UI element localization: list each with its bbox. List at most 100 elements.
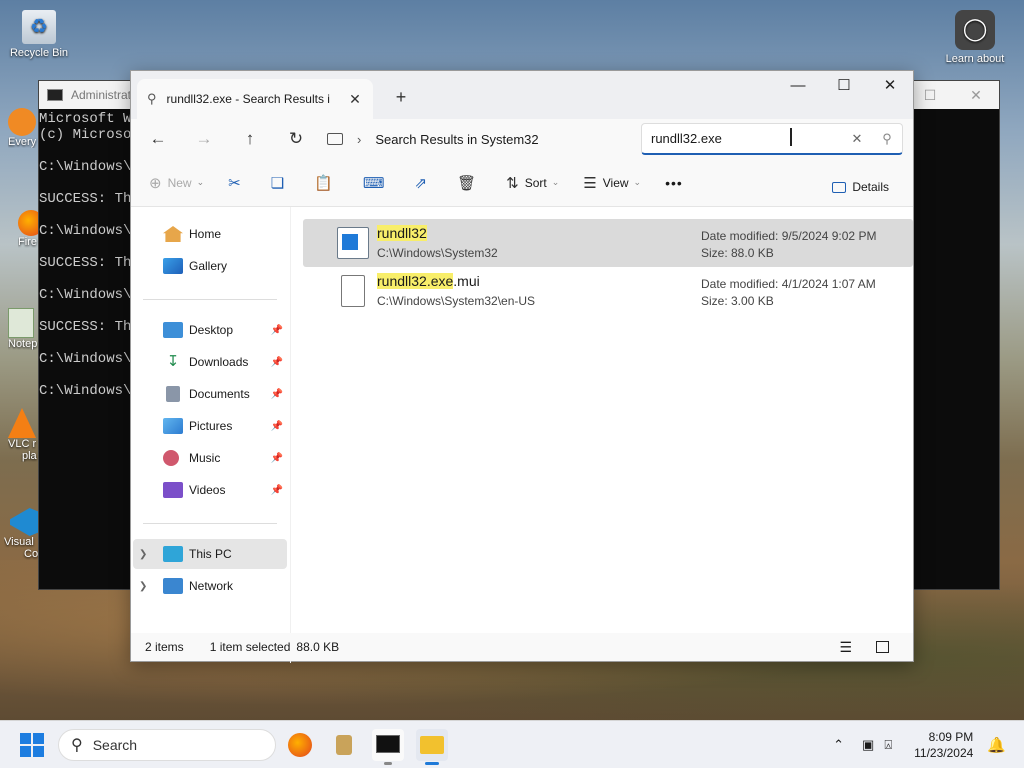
details-label: Details: [852, 180, 889, 194]
sidebar-item-downloads[interactable]: ↧ Downloads 📌: [139, 347, 285, 377]
notification-bell-icon[interactable]: 🔔: [987, 736, 1006, 754]
sidebar-item-label: Desktop: [189, 323, 234, 337]
sidebar-item-label: Videos: [189, 483, 226, 497]
clock[interactable]: 8:09 PM 11/23/2024: [914, 729, 973, 761]
pin-icon[interactable]: 📌: [271, 453, 283, 464]
file-row-selected[interactable]: rundll32 C:\Windows\System32 Date modifi…: [303, 219, 913, 267]
chevron-right-icon: ›: [357, 131, 362, 147]
delete-button[interactable]: 🗑: [457, 167, 482, 199]
forward-button[interactable]: →: [181, 123, 227, 155]
paste-button[interactable]: 📋: [314, 167, 339, 199]
search-match-highlight: rundll32.exe: [377, 273, 454, 289]
volume-icon[interactable]: ⍓: [884, 737, 892, 753]
file-name: rundll32: [377, 225, 427, 241]
pin-icon[interactable]: 📌: [271, 485, 283, 496]
new-tab-button[interactable]: +: [387, 85, 415, 109]
network-icon[interactable]: ▣: [862, 737, 874, 753]
music-icon: [163, 450, 179, 466]
sidebar-item-videos[interactable]: Videos 📌: [139, 475, 285, 505]
file-row[interactable]: rundll32.exe.mui C:\Windows\System32\en-…: [303, 267, 913, 315]
sidebar-item-documents[interactable]: Documents 📌: [139, 379, 285, 409]
taskbar-file-explorer[interactable]: [416, 729, 448, 765]
start-button[interactable]: [20, 733, 44, 757]
desktop-icon: [163, 322, 183, 338]
taskbar-terminal[interactable]: [372, 729, 404, 765]
status-bar: 2 items 1 item selected 88.0 KB ☰: [131, 633, 913, 661]
pin-icon[interactable]: 📌: [271, 389, 283, 400]
desktop-icon-learn-about[interactable]: ◯ Learn about: [940, 10, 1010, 65]
search-value: rundll32.exe: [651, 131, 722, 146]
tab-strip: ⚲ rundll32.exe - Search Results i ✕ + — …: [131, 71, 913, 119]
search-input[interactable]: rundll32.exe ✕ ⚲: [641, 123, 903, 155]
sort-button[interactable]: ⇅ Sort ⌄: [506, 167, 559, 199]
terminal-close-button[interactable]: ✕: [953, 81, 999, 109]
file-date-modified: Date modified: 9/5/2024 9:02 PM: [701, 229, 877, 243]
view-icon: ☰: [583, 174, 597, 192]
sidebar-item-label: Documents: [189, 387, 250, 401]
maximize-button[interactable]: ☐: [821, 71, 867, 103]
address-bar[interactable]: › Search Results in System32: [327, 123, 539, 155]
chevron-down-icon: ⌄: [551, 177, 560, 187]
copy-button[interactable]: ❏: [271, 167, 290, 199]
chevron-right-icon[interactable]: ❯: [139, 581, 147, 592]
clock-date: 11/23/2024: [914, 746, 974, 760]
clear-search-icon[interactable]: ✕: [842, 131, 872, 147]
navigation-pane: Home Gallery Desktop 📌 ↧ Downloads 📌 Doc…: [131, 207, 291, 663]
plus-circle-icon: ⊕: [149, 174, 162, 192]
sidebar-item-this-pc[interactable]: ❯ This PC: [133, 539, 287, 569]
pin-icon[interactable]: 📌: [271, 357, 283, 368]
folder-icon: [420, 736, 444, 754]
everything-icon: [8, 108, 36, 136]
large-icons-view-icon[interactable]: [876, 641, 889, 653]
search-icon: ⚲: [71, 737, 83, 754]
computer-icon: [163, 546, 183, 562]
sidebar-item-label: Home: [189, 227, 222, 241]
copy-icon: ❏: [270, 174, 285, 192]
taskbar-search-box[interactable]: ⚲ Search: [58, 729, 276, 761]
pin-icon[interactable]: 📌: [271, 421, 283, 432]
close-tab-button[interactable]: ✕: [347, 91, 363, 108]
rename-button[interactable]: ⌨: [363, 167, 391, 199]
taskbar-firefox[interactable]: [284, 729, 316, 761]
desktop-icon-recycle-bin[interactable]: ♻ Recycle Bin: [4, 10, 74, 59]
sidebar-item-desktop[interactable]: Desktop 📌: [139, 315, 285, 345]
pictures-icon: [163, 418, 183, 434]
sidebar-item-network[interactable]: ❯ Network: [133, 571, 287, 601]
terminal-icon: [47, 89, 63, 101]
sidebar-item-home[interactable]: Home: [139, 219, 285, 249]
address-text: Search Results in System32: [375, 131, 539, 147]
details-view-icon[interactable]: ☰: [839, 639, 852, 656]
videos-icon: [163, 482, 183, 498]
pin-icon[interactable]: 📌: [271, 325, 283, 336]
taskbar-app[interactable]: [328, 729, 360, 761]
more-options-button[interactable]: •••: [665, 167, 683, 199]
view-button[interactable]: ☰ View ⌄: [583, 167, 641, 199]
file-explorer-window[interactable]: ⚲ rundll32.exe - Search Results i ✕ + — …: [130, 70, 914, 663]
share-button[interactable]: ⇗: [415, 167, 434, 199]
notepad-icon: [8, 308, 34, 338]
new-button[interactable]: ⊕ New ⌄: [149, 167, 204, 199]
sidebar-item-gallery[interactable]: Gallery: [139, 251, 285, 281]
search-match-highlight: rundll32: [377, 225, 427, 241]
desktop-icon-vscode[interactable]: Visual Co: [4, 508, 42, 560]
item-count: 2 items: [145, 640, 184, 654]
tab-search-results[interactable]: ⚲ rundll32.exe - Search Results i ✕: [137, 79, 373, 119]
file-size: Size: 3.00 KB: [701, 294, 774, 308]
file-path: C:\Windows\System32: [377, 246, 498, 260]
refresh-button[interactable]: ↻: [273, 123, 319, 155]
chevron-right-icon[interactable]: ❯: [139, 549, 147, 560]
minimize-button[interactable]: —: [775, 71, 821, 103]
close-button[interactable]: ✕: [867, 71, 913, 103]
chevron-up-icon[interactable]: ⌃: [833, 737, 844, 753]
details-pane-button[interactable]: Details: [832, 171, 889, 203]
sidebar-item-music[interactable]: Music 📌: [139, 443, 285, 473]
back-button[interactable]: ←: [135, 123, 181, 155]
command-bar: ⊕ New ⌄ ✂ ❏ 📋 ⌨ ⇗ 🗑 ⇅ Sort ⌄ ☰ View ⌄ ••…: [131, 159, 913, 207]
up-button[interactable]: ↑: [227, 123, 273, 155]
cut-button[interactable]: ✂: [228, 167, 247, 199]
search-icon[interactable]: ⚲: [872, 131, 902, 147]
sidebar-divider: [143, 523, 277, 524]
sidebar-divider: [143, 299, 277, 300]
recycle-bin-icon: ♻: [22, 10, 56, 44]
sidebar-item-pictures[interactable]: Pictures 📌: [139, 411, 285, 441]
